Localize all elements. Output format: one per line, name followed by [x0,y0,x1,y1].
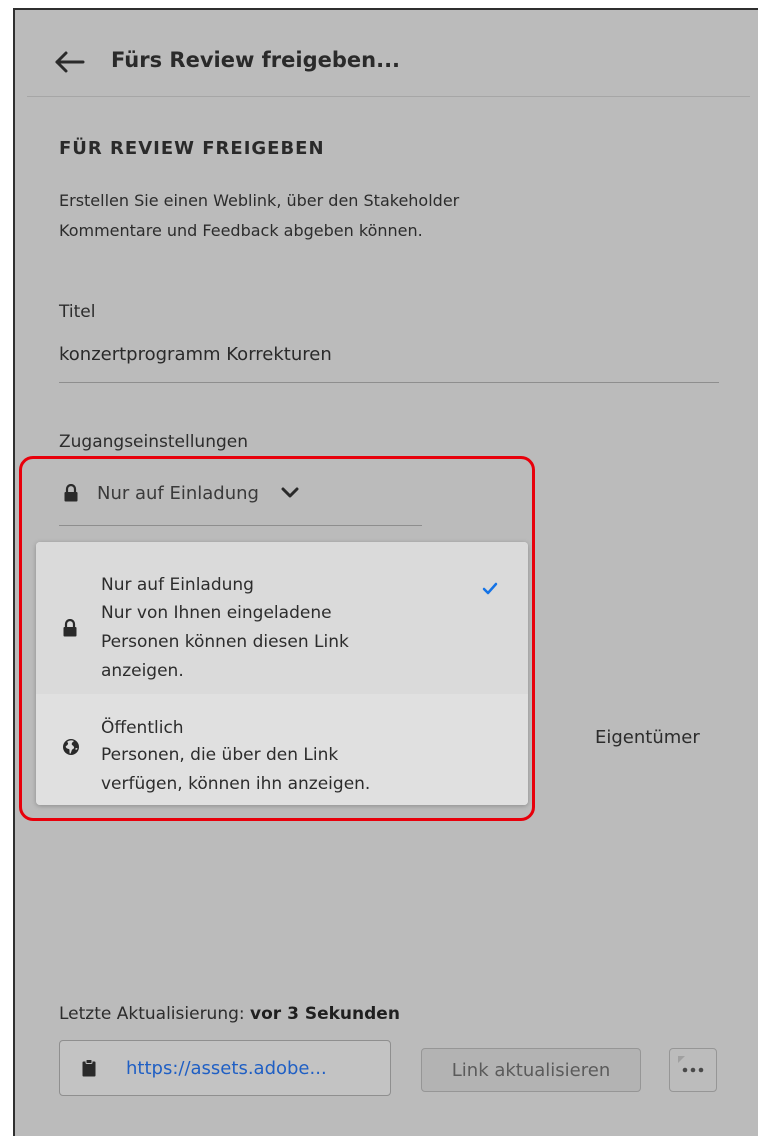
option-description-line: Personen können diesen Link [101,632,349,652]
section-description: Erstellen Sie einen Weblink, über den St… [59,186,659,246]
arrow-left-icon[interactable] [53,50,89,74]
option-description: Nur von Ihnen eingeladene Personen könne… [101,599,481,686]
option-description-line: Personen, die über den Link [101,745,339,765]
option-description-line: verfügen, können ihn anzeigen. [101,774,371,794]
last-updated-label: Letzte Aktualisierung: [59,1004,245,1024]
access-dropdown-value: Nur auf Einladung [97,482,259,504]
panel-header: Fürs Review freigeben... [15,10,758,96]
option-title: Nur auf Einladung [101,575,254,595]
share-review-panel: Fürs Review freigeben... FÜR REVIEW FREI… [13,8,758,1136]
option-description-line: Nur von Ihnen eingeladene [101,603,332,623]
title-input-underline [59,382,719,383]
last-updated-value: vor 3 Sekunden [250,1004,400,1024]
option-title: Öffentlich [101,718,184,738]
menu-option-public[interactable]: Öffentlich Personen, die über den Link v… [36,694,528,805]
title-input[interactable]: konzertprogramm Korrekturen [59,344,332,365]
share-link-url[interactable]: https://assets.adobe... [126,1058,327,1079]
section-title: FÜR REVIEW FREIGEBEN [59,138,325,159]
page-title: Fürs Review freigeben... [111,48,401,72]
more-options-button[interactable] [669,1048,717,1092]
access-settings-label: Zugangseinstellungen [59,432,249,452]
title-label: Titel [59,302,96,322]
access-dropdown-underline [59,525,422,526]
checkmark-icon [482,582,498,595]
menu-option-invite-only[interactable]: Nur auf Einladung Nur von Ihnen eingelad… [36,542,528,694]
option-description: Personen, die über den Link verfügen, kö… [101,741,481,799]
owner-label: Eigentümer [595,727,700,748]
globe-icon [63,739,79,755]
corner-triangle-icon [678,1056,685,1063]
access-dropdown[interactable]: Nur auf Einladung [59,478,299,508]
chevron-down-icon [281,487,299,498]
description-line: Erstellen Sie einen Weblink, über den St… [59,191,460,210]
lock-icon [64,484,78,502]
description-line: Kommentare und Feedback abgeben können. [59,221,423,240]
ellipsis-icon [682,1067,704,1073]
access-dropdown-menu: Nur auf Einladung Nur von Ihnen eingelad… [36,542,528,805]
option-description-line: anzeigen. [101,661,184,681]
clipboard-icon[interactable] [82,1059,96,1077]
last-updated: Letzte Aktualisierung: vor 3 Sekunden [59,1004,400,1024]
share-link-field[interactable]: https://assets.adobe... [59,1040,391,1096]
header-divider [27,96,750,97]
update-link-button[interactable]: Link aktualisieren [421,1048,641,1092]
lock-icon [63,619,77,637]
